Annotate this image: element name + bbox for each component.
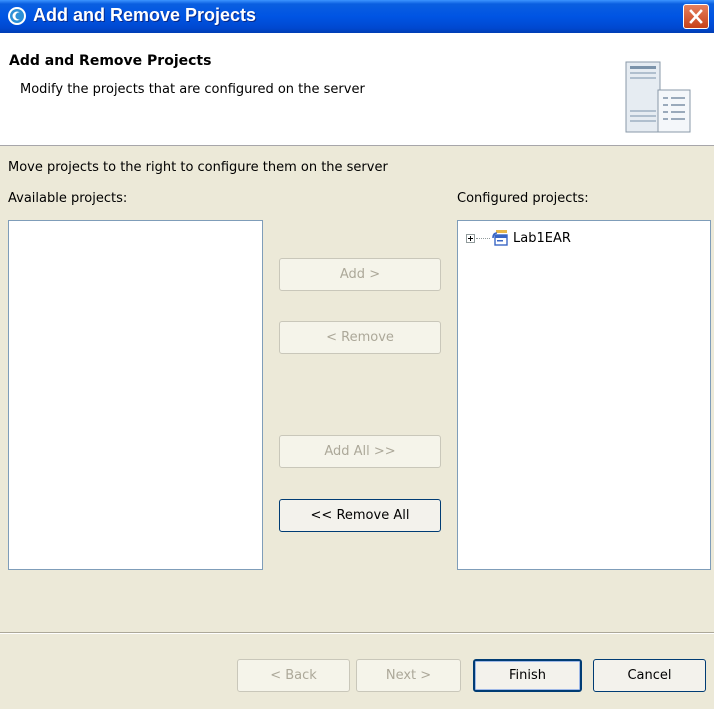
- eclipse-icon: [8, 7, 26, 25]
- tree-item-label: Lab1EAR: [513, 230, 571, 246]
- tree-connector: [476, 237, 490, 239]
- page-description: Modify the projects that are configured …: [20, 82, 365, 97]
- configured-projects-tree[interactable]: Lab1EAR: [457, 220, 711, 570]
- cancel-button[interactable]: Cancel: [593, 659, 706, 692]
- add-button[interactable]: Add >: [279, 258, 441, 291]
- instructions-text: Move projects to the right to configure …: [8, 160, 388, 175]
- close-button[interactable]: [683, 4, 709, 29]
- title-bar[interactable]: Add and Remove Projects: [0, 0, 714, 33]
- page-title: Add and Remove Projects: [9, 53, 212, 69]
- next-button[interactable]: Next >: [356, 659, 461, 692]
- close-icon: [689, 9, 703, 24]
- back-button[interactable]: < Back: [237, 659, 350, 692]
- ear-project-icon: [492, 230, 508, 246]
- add-all-button[interactable]: Add All >>: [279, 435, 441, 468]
- available-projects-list[interactable]: [8, 220, 263, 570]
- expand-icon[interactable]: [466, 233, 475, 243]
- tree-item-lab1ear[interactable]: Lab1EAR: [466, 229, 571, 247]
- server-banner-icon: [625, 61, 691, 133]
- remove-all-button[interactable]: << Remove All: [279, 499, 441, 532]
- configured-projects-label: Configured projects:: [457, 191, 589, 206]
- finish-button[interactable]: Finish: [473, 659, 582, 692]
- remove-button[interactable]: < Remove: [279, 321, 441, 354]
- footer-separator: [0, 632, 714, 634]
- wizard-header: Add and Remove Projects Modify the proje…: [0, 33, 714, 146]
- available-projects-label: Available projects:: [8, 191, 128, 206]
- window-title: Add and Remove Projects: [33, 5, 257, 25]
